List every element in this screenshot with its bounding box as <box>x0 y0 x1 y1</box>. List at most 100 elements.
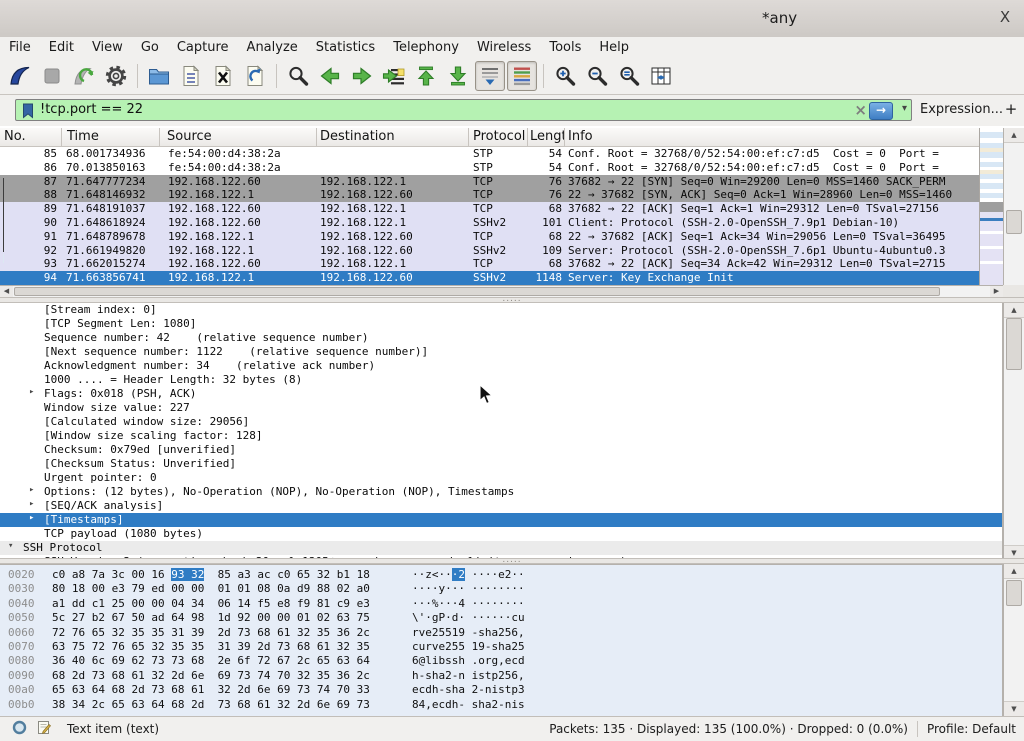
scrollbar-thumb[interactable] <box>14 287 940 296</box>
detail-row[interactable]: 1000 .... = Header Length: 32 bytes (8) <box>0 373 1002 387</box>
resize-columns-button[interactable] <box>646 61 676 91</box>
menu-help[interactable]: Help <box>590 37 638 58</box>
detail-row[interactable]: Urgent pointer: 0 <box>0 471 1002 485</box>
column-header-time[interactable]: Time <box>62 128 160 146</box>
collapsed-icon[interactable]: ▸ <box>29 387 34 397</box>
packet-row[interactable]: 8971.648191037192.168.122.60192.168.122.… <box>0 202 979 216</box>
packet-row[interactable]: 9271.661949820192.168.122.1192.168.122.6… <box>0 244 979 258</box>
packet-row[interactable]: 8568.001734936fe:54:00:d4:38:2aSTP54Conf… <box>0 147 979 161</box>
capture-restart-button[interactable] <box>69 61 99 91</box>
close-window-button[interactable]: X <box>996 8 1014 26</box>
close-file-button[interactable] <box>208 61 238 91</box>
goto-packet-button[interactable] <box>379 61 409 91</box>
menu-tools[interactable]: Tools <box>540 37 590 58</box>
detail-row[interactable]: ▸Options: (12 bytes), No-Operation (NOP)… <box>0 485 1002 499</box>
column-header-info[interactable]: Info <box>565 128 979 146</box>
capture-comment-icon[interactable] <box>37 720 51 738</box>
first-packet-button[interactable] <box>411 61 441 91</box>
detail-row[interactable]: [TCP Segment Len: 1080] <box>0 317 1002 331</box>
zoom-out-button[interactable] <box>582 61 612 91</box>
detail-row[interactable]: Sequence number: 42 (relative sequence n… <box>0 331 1002 345</box>
zoom-in-button[interactable] <box>550 61 580 91</box>
menu-analyze[interactable]: Analyze <box>238 37 307 58</box>
packet-row[interactable]: 8871.648146932192.168.122.1192.168.122.6… <box>0 188 979 202</box>
packet-row[interactable]: 8771.647777234192.168.122.60192.168.122.… <box>0 175 979 189</box>
detail-row[interactable]: [Window size scaling factor: 128] <box>0 429 1002 443</box>
expert-info-icon[interactable] <box>12 720 27 738</box>
bytes-vscrollbar[interactable]: ▲ ▼ <box>1003 564 1024 716</box>
detail-row[interactable]: [Calculated window size: 29056] <box>0 415 1002 429</box>
scroll-up-icon[interactable]: ▲ <box>1004 303 1024 318</box>
detail-row[interactable]: ▸[SEQ/ACK analysis] <box>0 499 1002 513</box>
packet-row[interactable]: 9471.663856741192.168.122.1192.168.122.6… <box>0 271 979 285</box>
hex-row[interactable]: 008036 40 6c 69 62 73 73 68 2e 6f 72 67 … <box>0 654 1002 668</box>
packet-bytes-pane[interactable]: 0020c0 a8 7a 3c 00 16 93 32 85 a3 ac c0 … <box>0 564 1003 716</box>
collapsed-icon[interactable]: ▸ <box>29 499 34 509</box>
menu-view[interactable]: View <box>83 37 132 58</box>
column-header-protocol[interactable]: Protocol <box>469 128 528 146</box>
hex-row[interactable]: 009068 2d 73 68 61 32 2d 6e 69 73 74 70 … <box>0 669 1002 683</box>
open-file-button[interactable] <box>144 61 174 91</box>
detail-row[interactable]: ▾SSH Protocol <box>0 541 1002 555</box>
menu-file[interactable]: File <box>0 37 40 58</box>
expression-button[interactable]: Expression... <box>920 102 1003 117</box>
menu-telephony[interactable]: Telephony <box>384 37 468 58</box>
scroll-down-icon[interactable]: ▼ <box>1004 701 1024 716</box>
profile-label[interactable]: Profile: Default <box>927 722 1016 736</box>
detail-row[interactable]: [Stream index: 0] <box>0 303 1002 317</box>
menu-wireless[interactable]: Wireless <box>468 37 540 58</box>
menu-edit[interactable]: Edit <box>40 37 83 58</box>
scroll-up-icon[interactable]: ▲ <box>1004 128 1024 143</box>
filter-bookmark-icon[interactable] <box>22 103 34 123</box>
save-file-button[interactable] <box>176 61 206 91</box>
capture-stop-button[interactable] <box>37 61 67 91</box>
column-header-destination[interactable]: Destination <box>317 128 469 146</box>
menu-capture[interactable]: Capture <box>168 37 238 58</box>
detail-row[interactable]: [Next sequence number: 1122 (relative se… <box>0 345 1002 359</box>
packet-row[interactable]: 8670.013850163fe:54:00:d4:38:2aSTP54Conf… <box>0 161 979 175</box>
capture-options-gear-button[interactable] <box>101 61 131 91</box>
previous-packet-button[interactable] <box>315 61 345 91</box>
scrollbar-thumb[interactable] <box>1006 318 1022 370</box>
hex-row[interactable]: 006072 76 65 32 35 35 31 39 2d 73 68 61 … <box>0 626 1002 640</box>
scroll-right-icon[interactable]: ▶ <box>990 286 1003 297</box>
hex-row[interactable]: 0020c0 a8 7a 3c 00 16 93 32 85 a3 ac c0 … <box>0 568 1002 582</box>
collapsed-icon[interactable]: ▸ <box>29 485 34 495</box>
detail-row[interactable]: ▸[Timestamps] <box>0 513 1002 527</box>
last-packet-button[interactable] <box>443 61 473 91</box>
filter-dropdown-caret-icon[interactable]: ▾ <box>902 103 907 114</box>
wireshark-start-button[interactable] <box>5 61 35 91</box>
column-header-length[interactable]: Length <box>528 128 565 146</box>
hex-row[interactable]: 003080 18 00 e3 79 ed 00 00 01 01 08 0a … <box>0 582 1002 596</box>
menu-statistics[interactable]: Statistics <box>307 37 384 58</box>
add-filter-button[interactable]: + <box>1004 100 1018 118</box>
auto-scroll-button[interactable] <box>475 61 505 91</box>
apply-filter-button[interactable]: → <box>869 102 893 120</box>
scrollbar-thumb[interactable] <box>1006 210 1022 234</box>
packet-row[interactable]: 9371.662015274192.168.122.60192.168.122.… <box>0 257 979 271</box>
scroll-up-icon[interactable]: ▲ <box>1004 564 1024 579</box>
expanded-icon[interactable]: ▾ <box>8 541 13 551</box>
packet-row[interactable]: 9171.648789678192.168.122.1192.168.122.6… <box>0 230 979 244</box>
detail-row[interactable]: ▸Flags: 0x018 (PSH, ACK) <box>0 387 1002 401</box>
detail-row[interactable]: Window size value: 227 <box>0 401 1002 415</box>
hex-row[interactable]: 0040a1 dd c1 25 00 00 04 34 06 14 f5 e8 … <box>0 597 1002 611</box>
detail-row[interactable]: Checksum: 0x79ed [unverified] <box>0 443 1002 457</box>
detail-row[interactable]: Acknowledgment number: 34 (relative ack … <box>0 359 1002 373</box>
display-filter-input[interactable]: !tcp.port == 22 × → ▾ <box>15 99 912 121</box>
column-header-no[interactable]: No. <box>0 128 62 146</box>
hex-row[interactable]: 00505c 27 b2 67 50 ad 64 98 1d 92 00 00 … <box>0 611 1002 625</box>
hex-row[interactable]: 00b038 34 2c 65 63 64 68 2d 73 68 61 32 … <box>0 698 1002 712</box>
menu-go[interactable]: Go <box>132 37 168 58</box>
zoom-original-button[interactable] <box>614 61 644 91</box>
next-packet-button[interactable] <box>347 61 377 91</box>
reload-file-button[interactable] <box>240 61 270 91</box>
column-header-source[interactable]: Source <box>160 128 317 146</box>
scroll-left-icon[interactable]: ◀ <box>0 286 13 297</box>
details-vscrollbar[interactable]: ▲ ▼ <box>1003 303 1024 560</box>
scrollbar-thumb[interactable] <box>1006 580 1022 606</box>
hex-row[interactable]: 00a065 63 64 68 2d 73 68 61 32 2d 6e 69 … <box>0 683 1002 697</box>
detail-row[interactable]: [Checksum Status: Unverified] <box>0 457 1002 471</box>
packet-row[interactable]: 9071.648618924192.168.122.60192.168.122.… <box>0 216 979 230</box>
hex-row[interactable]: 007063 75 72 76 65 32 35 35 31 39 2d 73 … <box>0 640 1002 654</box>
